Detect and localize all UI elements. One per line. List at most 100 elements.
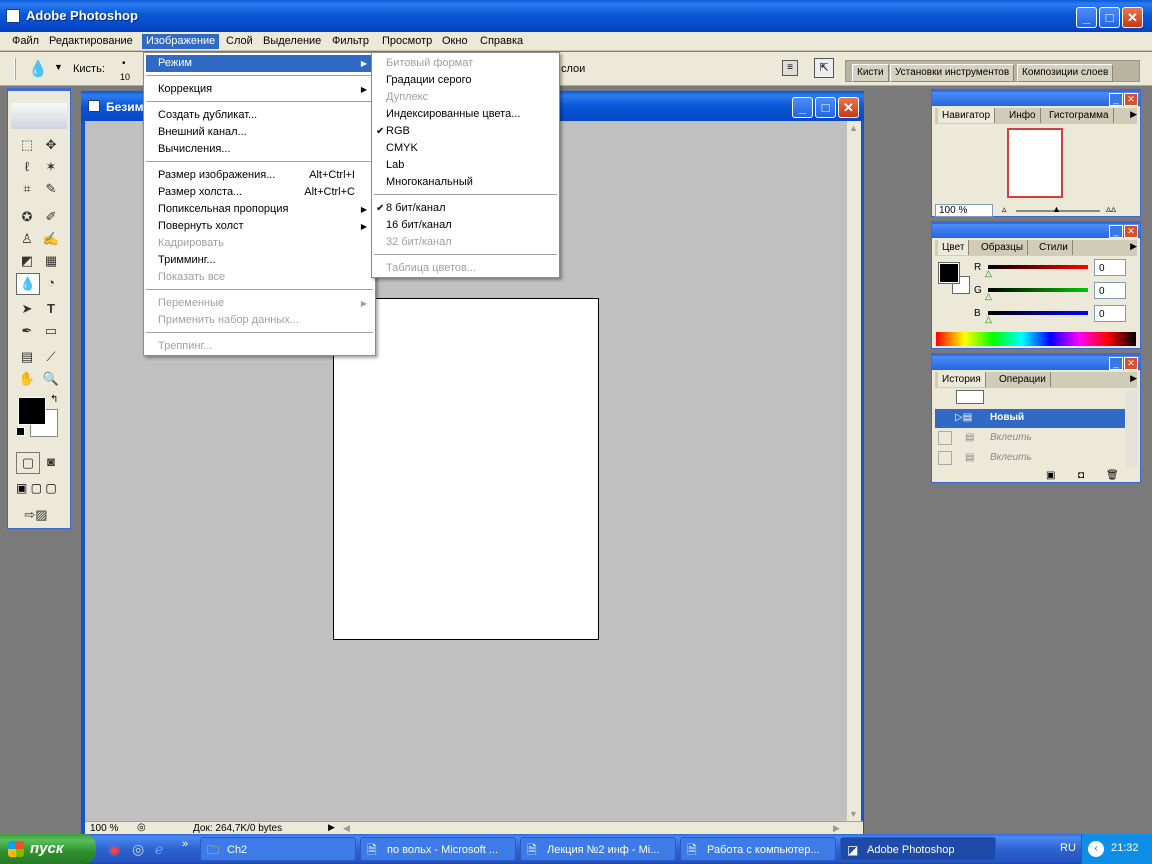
slider-thumb-icon[interactable]: △: [985, 314, 992, 325]
menu-item-variables[interactable]: Переменные ▶: [146, 295, 373, 312]
zoom-out-icon[interactable]: ▵: [1002, 204, 1007, 215]
lasso-tool-icon[interactable]: ℓ: [16, 157, 38, 177]
palette-menu-arrow-icon[interactable]: ▶: [1130, 109, 1137, 120]
standard-mode-icon[interactable]: ▢: [16, 452, 40, 474]
quicklaunch-more-icon[interactable]: »: [182, 838, 188, 850]
slider-thumb-icon[interactable]: △: [985, 268, 992, 279]
tab-histogram[interactable]: Гистограмма: [1045, 108, 1114, 123]
search-quicklaunch-icon[interactable]: ◎: [132, 841, 144, 858]
ie-quicklaunch-icon[interactable]: ℯ: [155, 841, 163, 858]
pen-tool-icon[interactable]: ✒: [16, 321, 38, 341]
menu-item-mode[interactable]: Режим ▶: [146, 55, 373, 72]
new-document-from-state-icon[interactable]: ▣: [1046, 470, 1055, 481]
go-to-bridge-icon[interactable]: ⇱: [814, 58, 834, 78]
brush-tool-icon[interactable]: ✐: [40, 207, 62, 227]
menu-window[interactable]: Окно: [438, 34, 472, 49]
mode-item-duotone[interactable]: Дуплекс: [374, 89, 557, 106]
palette-menu-icon[interactable]: ≡: [782, 60, 798, 76]
tab-swatches[interactable]: Образцы: [977, 240, 1029, 255]
menu-item-pixel-aspect[interactable]: Попиксельная пропорция ▶: [146, 201, 373, 218]
mode-item-cmyk[interactable]: CMYK: [374, 140, 557, 157]
palette-minimize-icon[interactable]: _: [1109, 225, 1123, 238]
task-word-1[interactable]: 🗎 по вольх - Microsoft ...: [360, 837, 516, 861]
tray-expand-icon[interactable]: ‹: [1088, 841, 1104, 857]
history-brush-tool-icon[interactable]: ✍: [40, 229, 62, 249]
zoom-tool-icon[interactable]: 🔍: [40, 369, 62, 389]
screen-mode-icons[interactable]: ▣ ▢ ▢: [16, 481, 57, 495]
swap-colors-icon[interactable]: ↰: [50, 394, 58, 405]
mode-item-lab[interactable]: Lab: [374, 157, 557, 174]
dodge-tool-icon[interactable]: ◔: [40, 273, 62, 293]
feather-logo-icon[interactable]: [11, 103, 67, 129]
task-photoshop[interactable]: ◪ Adobe Photoshop: [840, 837, 996, 861]
mode-item-8bit[interactable]: ✔ 8 бит/канал: [374, 200, 557, 217]
history-brush-source-box[interactable]: [938, 451, 952, 465]
scroll-up-icon[interactable]: ▲: [849, 123, 858, 133]
zoom-level[interactable]: 100 %: [90, 823, 118, 834]
palette-close-icon[interactable]: ✕: [1124, 357, 1138, 370]
slider-thumb-icon[interactable]: △: [985, 291, 992, 302]
slice-tool-icon[interactable]: ✎: [40, 179, 62, 199]
mode-item-indexed[interactable]: Индексированные цвета...: [374, 106, 557, 123]
color-spectrum-ramp[interactable]: [936, 332, 1136, 346]
channel-g-slider[interactable]: [988, 288, 1088, 292]
tab-styles[interactable]: Стили: [1035, 240, 1073, 255]
eyedropper-tool-icon[interactable]: ⟋: [40, 347, 62, 367]
status-menu-arrow-icon[interactable]: ▶: [328, 822, 335, 833]
channel-r-slider[interactable]: [988, 265, 1088, 269]
menu-help[interactable]: Справка: [476, 34, 527, 49]
well-tab-tool-presets[interactable]: Установки инструментов: [890, 64, 1015, 82]
tab-info[interactable]: Инфо: [1005, 108, 1041, 123]
mode-item-grayscale[interactable]: Градации серого: [374, 72, 557, 89]
marquee-tool-icon[interactable]: ⬚: [16, 135, 38, 155]
rectangle-tool-icon[interactable]: ▭: [40, 321, 62, 341]
menu-item-rotate-canvas[interactable]: Повернуть холст ▶: [146, 218, 373, 235]
zoom-slider-thumb[interactable]: ▲: [1052, 204, 1061, 214]
menu-item-calculations[interactable]: Вычисления...: [146, 141, 373, 158]
notes-tool-icon[interactable]: ▤: [16, 347, 38, 367]
menu-item-crop[interactable]: Кадрировать: [146, 235, 373, 252]
hand-tool-icon[interactable]: ✋: [16, 369, 38, 389]
history-brush-source-box[interactable]: [938, 431, 952, 445]
history-scrollbar[interactable]: [1126, 390, 1138, 468]
channel-g-value[interactable]: 0: [1094, 282, 1126, 299]
magic-wand-tool-icon[interactable]: ✶: [40, 157, 62, 177]
chrome-quicklaunch-icon[interactable]: ◉: [108, 841, 120, 858]
history-item[interactable]: ▤ Вклеить: [935, 449, 1125, 468]
crop-tool-icon[interactable]: ⌗: [16, 179, 38, 199]
menu-item-reveal-all[interactable]: Показать все: [146, 269, 373, 286]
type-tool-icon[interactable]: T: [40, 299, 62, 319]
color-foreground-swatch[interactable]: [938, 262, 960, 284]
navigator-preview[interactable]: [1007, 128, 1063, 198]
tab-actions[interactable]: Операции: [995, 372, 1051, 387]
zoom-in-icon[interactable]: ▵▵: [1106, 204, 1116, 215]
doc-maximize-button[interactable]: □: [815, 97, 836, 118]
start-button[interactable]: пуск: [0, 834, 96, 864]
mode-item-rgb[interactable]: ✔ RGB: [374, 123, 557, 140]
task-word-2[interactable]: 🗎 Лекция №2 инф - Mi...: [520, 837, 676, 861]
channel-b-slider[interactable]: [988, 311, 1088, 315]
palette-menu-arrow-icon[interactable]: ▶: [1130, 241, 1137, 252]
document-vertical-scrollbar[interactable]: ▲ ▼: [847, 121, 861, 821]
trash-icon[interactable]: 🗑: [1106, 470, 1119, 481]
mode-item-multichannel[interactable]: Многоканальный: [374, 174, 557, 191]
doc-minimize-button[interactable]: _: [792, 97, 813, 118]
clone-stamp-tool-icon[interactable]: ♙: [16, 229, 38, 249]
language-indicator[interactable]: RU: [1060, 842, 1076, 854]
palette-close-icon[interactable]: ✕: [1124, 93, 1138, 106]
well-tab-brushes[interactable]: Кисти: [852, 64, 889, 82]
tab-color[interactable]: Цвет: [938, 240, 970, 255]
menu-image[interactable]: Изображение: [142, 34, 220, 49]
history-item-selected[interactable]: ▷▤ Новый: [935, 409, 1125, 428]
mode-item-color-table[interactable]: Таблица цветов...: [374, 260, 557, 277]
default-colors-icon[interactable]: [16, 427, 25, 436]
menu-item-image-size[interactable]: Размер изображения... Alt+Ctrl+I: [146, 167, 373, 184]
menu-select[interactable]: Выделение: [259, 34, 325, 49]
scroll-right-icon[interactable]: ▶: [833, 823, 840, 834]
menu-item-canvas-size[interactable]: Размер холста... Alt+Ctrl+C: [146, 184, 373, 201]
doc-close-button[interactable]: ✕: [838, 97, 859, 118]
menu-item-apply-data-set[interactable]: Применить набор данных...: [146, 312, 373, 329]
close-button[interactable]: ✕: [1122, 7, 1143, 28]
menu-file[interactable]: Файл: [8, 34, 43, 49]
menu-layer[interactable]: Слой: [222, 34, 257, 49]
